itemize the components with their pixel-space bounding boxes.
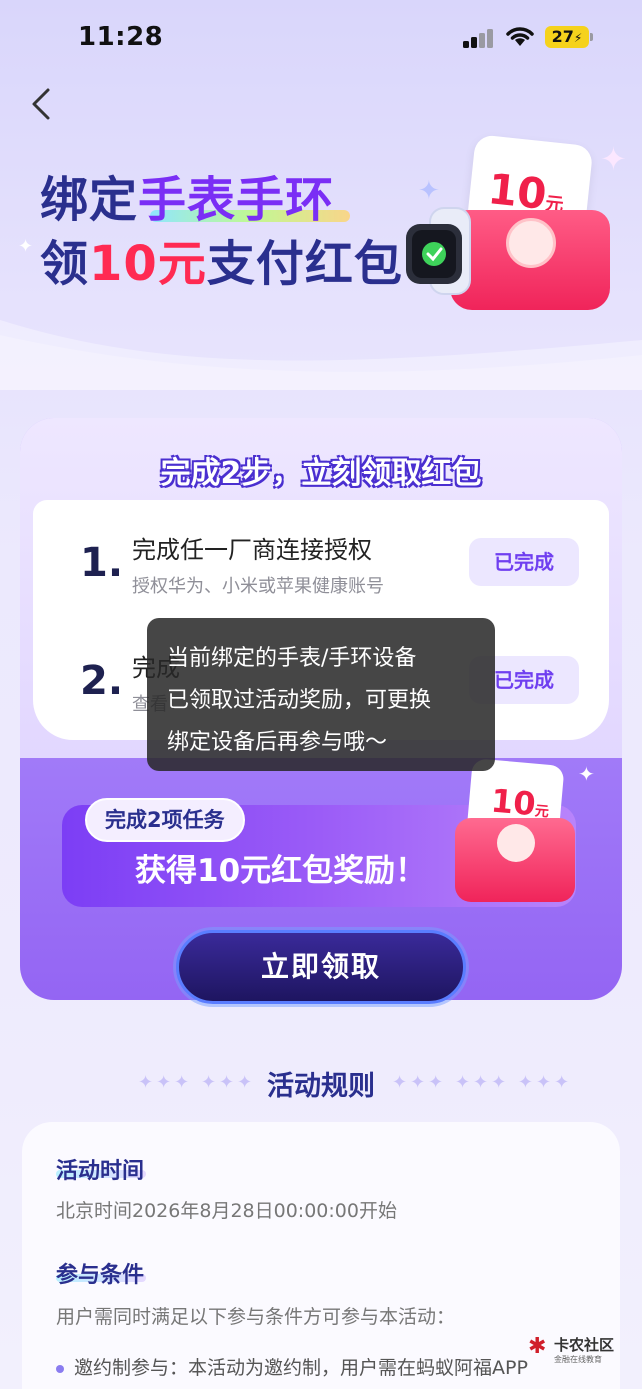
charging-bolt-icon: ⚡ <box>573 31 583 45</box>
rule-bullet-item: 邀约制参与：本活动为邀约制，用户需在蚂蚁阿福APP <box>56 1353 528 1380</box>
hero-line1-prefix: 绑定 <box>40 172 139 228</box>
hero-wave-decoration <box>0 320 642 390</box>
watermark-main: 卡农社区 <box>554 1336 615 1354</box>
envelope-amount-value: 10 <box>489 781 538 824</box>
step-desc: 授权华为、小米或苹果健康账号 <box>132 576 384 597</box>
step-title: 完成任一厂商连接授权 <box>132 536 372 564</box>
toast-line: 当前绑定的手表/手环设备 <box>167 646 417 671</box>
hero-line2-prefix: 领 <box>40 236 90 292</box>
toast-line: 绑定设备后再参与哦～ <box>167 730 388 755</box>
rule-bullet-label: 邀约制参与： <box>74 1357 189 1379</box>
claim-now-button[interactable]: 立即领取 <box>176 930 466 1004</box>
step-number: 1. <box>80 540 124 586</box>
status-time: 11:28 <box>78 22 164 52</box>
rules-title: 活动规则 <box>267 1071 375 1102</box>
battery-level: 27 <box>551 27 574 46</box>
sparkle-icon: ✦ <box>578 762 595 786</box>
reward-tag: 完成2项任务 <box>85 798 245 842</box>
cellular-signal-icon <box>463 28 495 48</box>
sparkle-icon: ✦ <box>418 176 440 206</box>
watermark: ✱ 卡农社区 金融在线教育 <box>528 1334 638 1370</box>
small-red-envelope-illustration: 10元 <box>455 758 575 902</box>
hero-line2-suffix: 支付红包 <box>206 236 403 292</box>
back-button[interactable] <box>22 82 62 126</box>
smartwatch-icon <box>406 207 471 295</box>
watermark-sub: 金融在线教育 <box>554 1355 602 1364</box>
watermark-logo-icon: ✱ <box>528 1334 547 1359</box>
hero-title-line2: 领10元支付红包 <box>40 224 403 294</box>
rule-bullet-text: 本活动为邀约制，用户需在蚂蚁阿福APP <box>188 1357 528 1379</box>
status-bar: 11:28 27⚡ <box>0 0 642 78</box>
bullet-icon <box>56 1364 64 1373</box>
envelope-seal-icon <box>506 218 556 268</box>
task-card-title: 完成2步，立刻领取红包 <box>160 456 482 491</box>
battery-tip <box>590 33 593 41</box>
wifi-icon <box>506 27 534 46</box>
step-status-button[interactable]: 已完成 <box>469 538 579 586</box>
rule-conditions-text: 用户需同时满足以下参与条件方可参与本活动： <box>56 1306 456 1328</box>
rule-heading-time: 活动时间 <box>56 1159 145 1184</box>
reward-text: 获得10元红包奖励！ <box>135 853 427 889</box>
sparkle-icon: ✦ <box>18 236 34 257</box>
chevron-left-icon <box>32 88 50 120</box>
rule-time-text: 北京时间2026年8月28日00:00:00开始 <box>56 1200 397 1222</box>
hero-title-line1: 绑定手表手环 <box>40 160 334 230</box>
toast-line: 已领取过活动奖励，可更换 <box>167 688 432 713</box>
rule-heading-conditions: 参与条件 <box>56 1263 145 1288</box>
step-number: 2. <box>80 658 124 704</box>
hero-line1-highlight: 手表手环 <box>138 172 335 228</box>
hero-line2-highlight: 10元 <box>89 236 207 292</box>
toast-message: 当前绑定的手表/手环设备 已领取过活动奖励，可更换 绑定设备后再参与哦～ <box>147 618 495 771</box>
envelope-seal-icon <box>497 824 535 862</box>
battery-indicator: 27⚡ <box>545 26 589 48</box>
